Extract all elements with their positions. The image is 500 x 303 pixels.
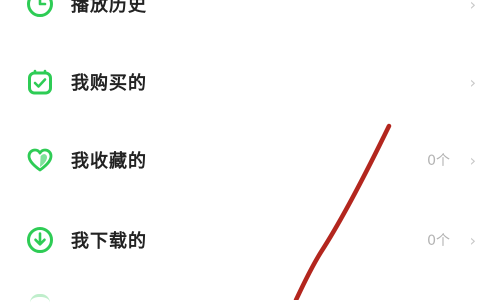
menu-item-label: 我购买的 bbox=[71, 73, 147, 94]
menu-item-count: 0个 bbox=[427, 153, 450, 169]
heart-icon bbox=[23, 143, 57, 177]
personal-menu-list: 播放历史 › 我购买的 › 我收藏的 0个 › 我下载的 0个 › bbox=[0, 0, 500, 300]
download-icon bbox=[23, 223, 57, 257]
menu-item-label: 我下载的 bbox=[71, 231, 147, 252]
menu-item-favorites[interactable]: 我收藏的 0个 › bbox=[0, 128, 500, 192]
menu-item-label: 我收藏的 bbox=[71, 151, 147, 172]
chevron-right-icon: › bbox=[469, 230, 476, 250]
chevron-right-icon: › bbox=[469, 72, 476, 92]
menu-item-label: 播放历史 bbox=[71, 0, 147, 16]
menu-item-count: 0个 bbox=[427, 233, 450, 249]
clock-icon bbox=[23, 0, 57, 21]
next-item-icon-partial bbox=[30, 294, 50, 303]
menu-item-downloads[interactable]: 我下载的 0个 › bbox=[0, 208, 500, 272]
chevron-right-icon: › bbox=[469, 0, 476, 14]
purchase-bag-icon bbox=[23, 65, 57, 99]
chevron-right-icon: › bbox=[469, 150, 476, 170]
menu-item-purchased[interactable]: 我购买的 › bbox=[0, 50, 500, 114]
menu-item-play-history[interactable]: 播放历史 › bbox=[0, 0, 500, 36]
